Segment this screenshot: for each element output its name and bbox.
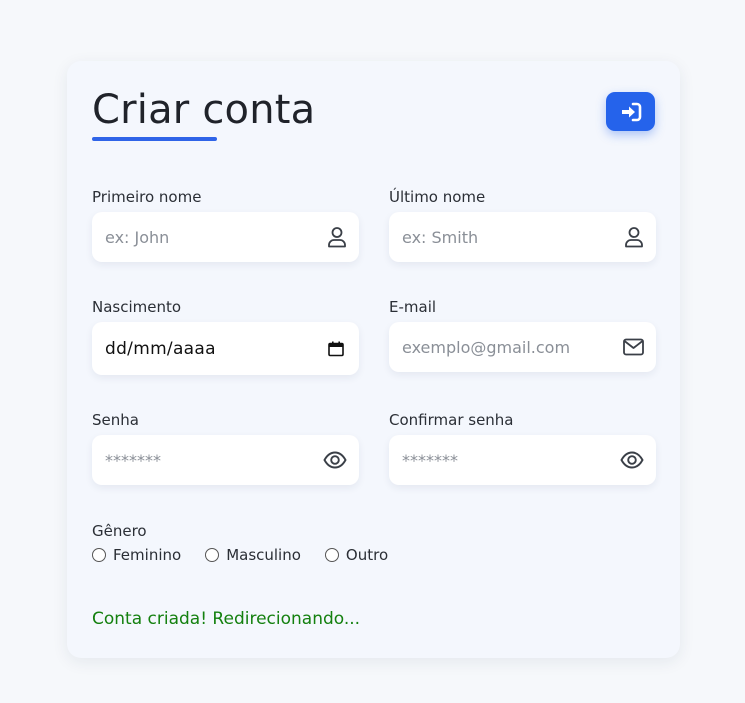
user-icon xyxy=(327,226,347,248)
email-field: E-mail xyxy=(389,298,656,372)
last-name-input-wrap xyxy=(389,212,656,262)
last-name-label: Último nome xyxy=(389,188,486,206)
radio-button[interactable] xyxy=(92,548,106,562)
first-name-input-wrap xyxy=(92,212,359,262)
gender-radio-group: Feminino Masculino Outro xyxy=(92,546,412,564)
email-input-wrap xyxy=(389,322,656,372)
gender-option-feminino[interactable]: Feminino xyxy=(92,546,181,564)
password-input-wrap xyxy=(92,435,359,485)
gender-label: Gênero xyxy=(92,522,147,540)
first-name-input[interactable] xyxy=(92,212,359,262)
birth-date-input[interactable]: dd/mm/aaaa xyxy=(92,322,359,375)
title-underline xyxy=(92,137,217,141)
last-name-input[interactable] xyxy=(389,212,656,262)
email-label: E-mail xyxy=(389,298,437,316)
signup-card: Criar conta Primeiro nome Último nome xyxy=(67,61,680,658)
radio-label: Outro xyxy=(345,546,389,564)
first-name-field: Primeiro nome xyxy=(92,188,359,262)
sign-in-icon xyxy=(620,102,642,122)
radio-button[interactable] xyxy=(205,548,220,562)
birth-date-label: Nascimento xyxy=(92,298,182,316)
user-icon xyxy=(624,226,644,248)
page-title: Criar conta xyxy=(92,87,316,133)
confirm-password-field: Confirmar senha xyxy=(389,411,656,485)
email-input[interactable] xyxy=(389,322,656,372)
login-button[interactable] xyxy=(606,92,655,131)
calendar-icon[interactable] xyxy=(328,341,344,357)
confirm-password-input[interactable] xyxy=(389,435,656,485)
eye-icon[interactable] xyxy=(323,451,347,469)
first-name-label: Primeiro nome xyxy=(92,188,202,206)
radio-label: Feminino xyxy=(113,546,182,564)
birth-date-value: dd/mm/aaaa xyxy=(105,338,216,359)
radio-button[interactable] xyxy=(324,548,339,562)
last-name-field: Último nome xyxy=(389,188,656,262)
eye-icon[interactable] xyxy=(620,451,644,469)
birth-date-field: Nascimento dd/mm/aaaa xyxy=(92,298,359,375)
password-input[interactable] xyxy=(92,435,359,485)
password-field: Senha xyxy=(92,411,359,485)
confirm-password-input-wrap xyxy=(389,435,656,485)
radio-label: Masculino xyxy=(226,546,301,564)
envelope-icon xyxy=(623,338,644,356)
gender-option-masculino[interactable]: Masculino xyxy=(205,546,301,564)
gender-option-outro[interactable]: Outro xyxy=(324,546,389,564)
status-message: Conta criada! Redirecionando... xyxy=(92,609,361,629)
password-label: Senha xyxy=(92,411,139,429)
confirm-password-label: Confirmar senha xyxy=(389,411,514,429)
